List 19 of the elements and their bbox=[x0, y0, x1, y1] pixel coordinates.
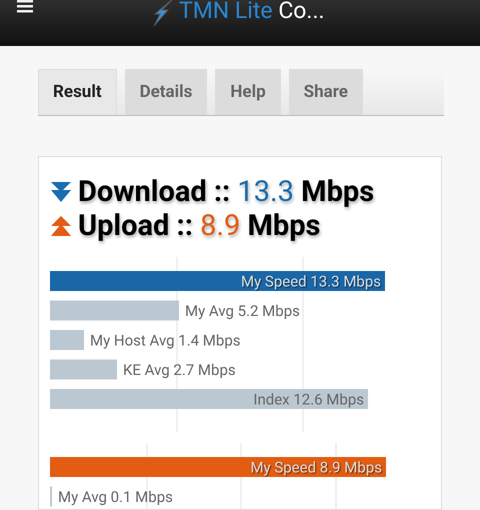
bar-label: My Speed 8.9 Mbps bbox=[250, 458, 382, 476]
tab[interactable]: Result bbox=[38, 69, 117, 115]
tab[interactable]: Help bbox=[215, 69, 281, 115]
bar bbox=[50, 330, 84, 350]
bar-label: My Avg 0.1 Mbps bbox=[58, 488, 173, 506]
bar-label: Index 12.6 Mbps bbox=[253, 390, 364, 408]
tab[interactable]: Details bbox=[124, 69, 208, 115]
menu-icon[interactable] bbox=[17, 0, 33, 14]
bar-label: KE Avg 2.7 Mbps bbox=[123, 361, 236, 379]
arrow-up-icon bbox=[50, 215, 72, 237]
arrow-down-icon bbox=[50, 181, 72, 203]
app-title: TMN Lite Co... bbox=[179, 0, 325, 24]
bar-label: My Avg 5.2 Mbps bbox=[185, 302, 300, 320]
speed-summary: Download :: 13.3 Mbps bbox=[78, 178, 374, 206]
bar-label: My Speed 13.3 Mbps bbox=[241, 272, 381, 290]
bar-label: My Host Avg 1.4 Mbps bbox=[90, 332, 240, 350]
bar bbox=[50, 360, 117, 380]
tab[interactable]: Share bbox=[288, 69, 363, 115]
speed-summary: Upload :: 8.9 Mbps bbox=[78, 212, 320, 240]
